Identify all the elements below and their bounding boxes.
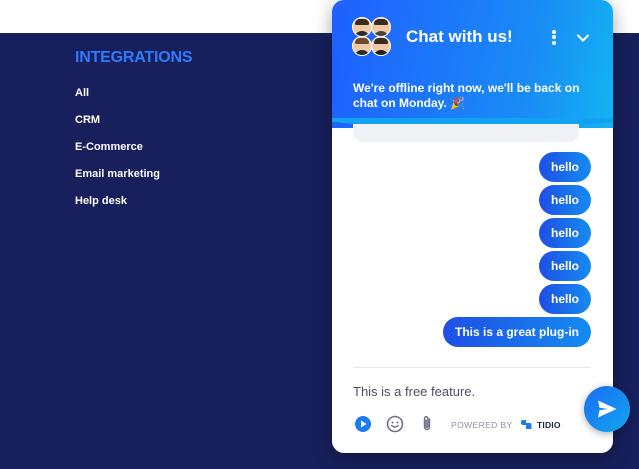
message-input[interactable] [353,384,553,399]
integration-link-all[interactable]: All [75,86,160,113]
avatar [371,36,391,56]
chat-title: Chat with us! [406,27,513,46]
message-bubble: hello [538,152,591,182]
avatar [352,17,372,37]
more-vertical-icon[interactable] [549,28,559,48]
message-bubble: hello [538,218,591,248]
integrations-heading: INTEGRATIONS [75,49,193,66]
chat-widget: Chat with us! We're offline right now, w… [332,0,613,453]
integrations-list: All CRM E-Commerce Email marketing Help … [75,86,160,221]
message-list[interactable]: hello hello hello hello hello This is a … [332,124,613,363]
play-icon[interactable] [353,414,373,434]
agent-avatars [352,17,392,57]
send-button[interactable] [584,386,630,432]
integration-link-ecommerce[interactable]: E-Commerce [75,140,160,167]
smiley-icon[interactable] [385,414,405,434]
composer-divider [353,367,591,368]
party-popper-icon: 🎉 [450,96,466,110]
message-bubble: hello [538,251,591,281]
message-bubble: hello [538,185,591,215]
chat-header: Chat with us! We're offline right now, w… [332,0,613,128]
offline-message: We're offline right now, we'll be back o… [353,81,580,110]
message-bubble: hello [538,284,591,314]
message-bubble: This is a great plug-in [442,317,591,347]
integration-link-email-marketing[interactable]: Email marketing [75,167,160,194]
powered-by[interactable]: POWERED BY TIDIO [451,419,561,430]
integration-link-help-desk[interactable]: Help desk [75,194,160,221]
paperclip-icon[interactable] [417,414,437,434]
avatar [352,36,372,56]
avatar [371,17,391,37]
previous-message [353,124,579,142]
send-icon [598,400,617,418]
chevron-down-icon[interactable] [575,30,591,46]
tidio-logo-icon [521,420,532,429]
integration-link-crm[interactable]: CRM [75,113,160,140]
